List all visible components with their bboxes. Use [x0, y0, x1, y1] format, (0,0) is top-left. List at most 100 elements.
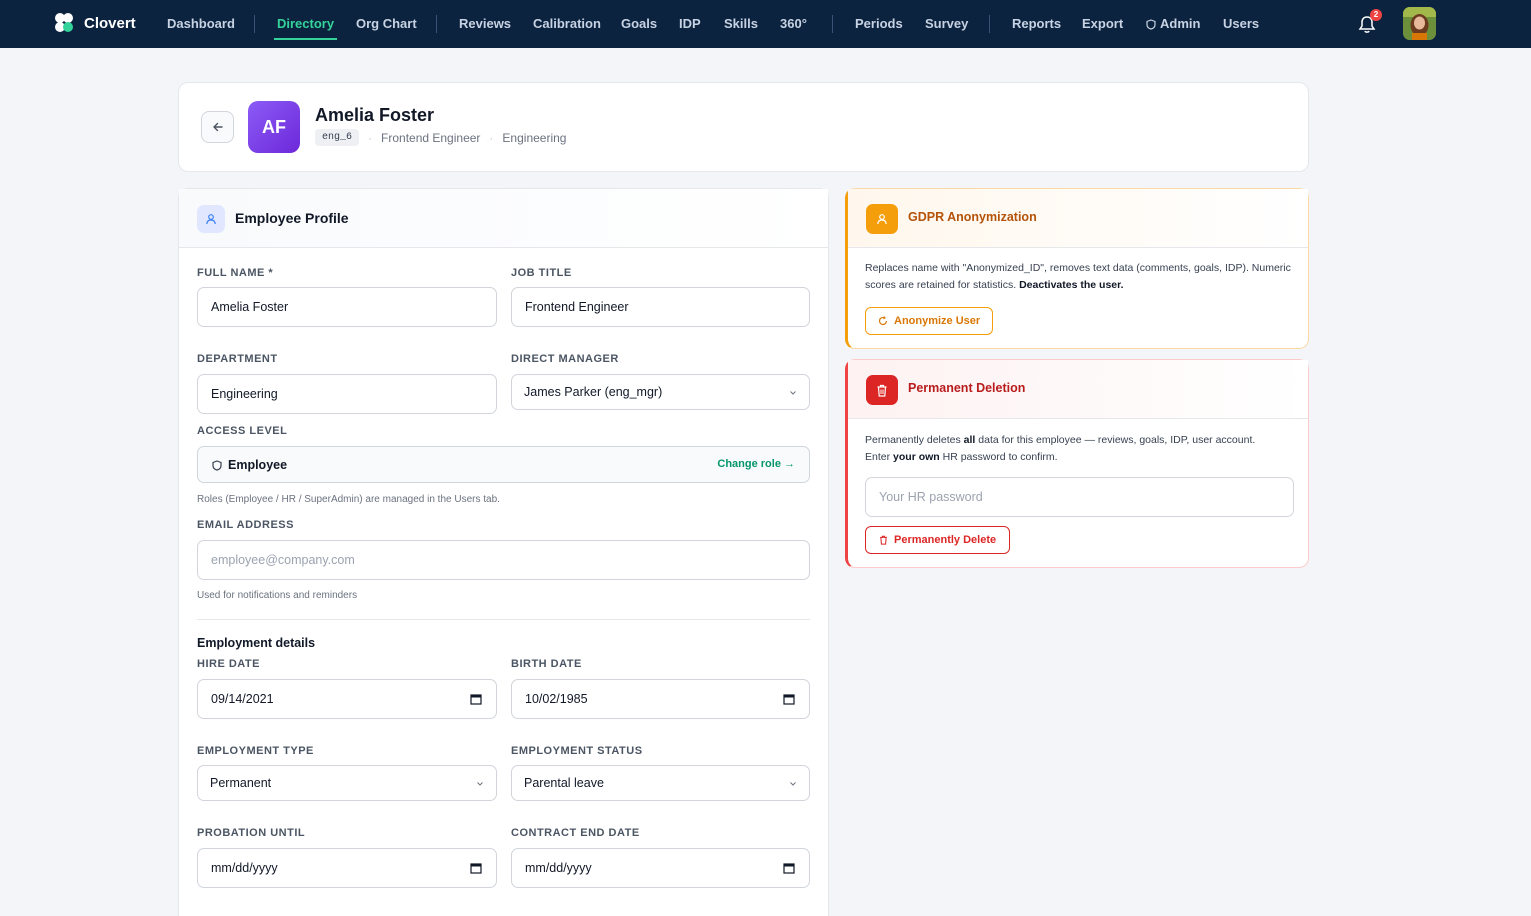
nav-directory[interactable]: Directory — [273, 0, 338, 48]
email-hint: Used for notifications and reminders — [197, 590, 358, 601]
chevron-down-icon — [790, 782, 796, 786]
contract-end-input[interactable]: mm/dd/yyyy — [511, 848, 810, 888]
hr-password-input[interactable]: Your HR password — [865, 477, 1294, 517]
job-title-input[interactable]: Frontend Engineer — [511, 287, 810, 327]
permanent-deletion-card: Permanent Deletion Permanently deletes a… — [845, 359, 1309, 568]
nav-divider — [254, 15, 255, 33]
access-level-value: Employee — [228, 458, 288, 472]
chevron-down-icon — [477, 782, 483, 786]
app-logo[interactable]: Clovert — [52, 11, 136, 35]
deletion-text-1: Permanently deletes — [865, 434, 961, 446]
employee-name: Amelia Foster — [315, 105, 435, 125]
employee-title: Frontend Engineer — [381, 130, 481, 145]
app-name: Clovert — [84, 14, 136, 32]
nav-divider — [832, 15, 833, 33]
birth-date-input[interactable]: 10/02/1985 — [511, 679, 810, 719]
deletion-text-3: Enter — [865, 451, 891, 463]
nav-360[interactable]: 360° — [780, 0, 807, 48]
profile-section-header: Employee Profile — [179, 189, 828, 248]
manager-select[interactable]: James Parker (eng_mgr) — [511, 374, 810, 410]
anonymize-user-button[interactable]: Anonymize User — [865, 307, 994, 335]
employee-profile-card: Employee Profile FULL NAME * Amelia Fost… — [178, 188, 829, 916]
nav-reviews[interactable]: Reviews — [459, 0, 511, 48]
employment-type-select[interactable]: Permanent — [197, 765, 497, 801]
arrow-left-icon — [212, 122, 223, 132]
nav-export[interactable]: Export — [1082, 0, 1123, 48]
full-name-input[interactable]: Amelia Foster — [197, 287, 497, 327]
probation-label: PROBATION UNTIL — [197, 827, 306, 839]
change-role-link[interactable]: Change role → — [717, 458, 795, 470]
nav-idp[interactable]: IDP — [679, 0, 701, 48]
employee-header-card: AF Amelia Foster eng_6 · Frontend Engine… — [178, 82, 1309, 172]
deletion-bold-2: your own — [893, 451, 940, 463]
shield-icon — [212, 460, 222, 471]
nav-calibration[interactable]: Calibration — [533, 0, 601, 48]
gdpr-card: GDPR Anonymization Replaces name with "A… — [845, 188, 1309, 349]
deletion-heading: Permanent Deletion — [908, 381, 1026, 395]
birth-date-label: BIRTH DATE — [511, 658, 582, 670]
nav-users[interactable]: Users — [1223, 0, 1259, 48]
nav-reports[interactable]: Reports — [1012, 0, 1061, 48]
back-button[interactable] — [201, 111, 234, 143]
refresh-icon — [878, 316, 888, 326]
clover-icon — [55, 13, 73, 32]
calendar-icon[interactable] — [783, 693, 795, 705]
nav-admin[interactable]: Admin — [1146, 0, 1200, 48]
permanently-delete-button[interactable]: Permanently Delete — [865, 526, 1011, 554]
employment-status-label: EMPLOYMENT STATUS — [511, 745, 643, 757]
deletion-bold-1: all — [963, 434, 976, 446]
top-navbar: Clovert Dashboard Directory Org Chart Re… — [0, 0, 1531, 48]
gdpr-text-bold: Deactivates the user. — [1019, 279, 1124, 291]
trash-icon — [880, 535, 887, 545]
probation-value: mm/dd/yyyy — [211, 861, 278, 875]
job-title-label: JOB TITLE — [511, 267, 572, 279]
access-level-label: ACCESS LEVEL — [197, 425, 288, 437]
full-name-label: FULL NAME * — [197, 267, 274, 279]
divider — [197, 619, 810, 620]
nav-divider — [989, 15, 990, 33]
calendar-icon[interactable] — [470, 862, 482, 874]
delete-label: Permanently Delete — [894, 534, 997, 546]
profile-heading: Employee Profile — [235, 210, 349, 226]
notification-badge: 2 — [1370, 9, 1382, 21]
contract-end-value: mm/dd/yyyy — [525, 861, 592, 875]
hire-date-value: 09/14/2021 — [211, 692, 274, 706]
shield-icon — [1146, 18, 1156, 30]
contract-end-label: CONTRACT END DATE — [511, 827, 640, 839]
email-input[interactable]: employee@company.com — [197, 540, 810, 580]
gdpr-heading: GDPR Anonymization — [908, 210, 1037, 224]
employment-heading: Employment details — [197, 636, 316, 650]
calendar-icon[interactable] — [470, 693, 482, 705]
user-avatar[interactable] — [1403, 7, 1436, 40]
employee-department: Engineering — [502, 130, 567, 145]
gdpr-description: Replaces name with "Anonymized_ID", remo… — [865, 260, 1295, 294]
anonymize-label: Anonymize User — [894, 315, 981, 327]
nav-periods[interactable]: Periods — [855, 0, 903, 48]
deletion-text-2: data for this employee — reviews, goals,… — [978, 434, 1256, 446]
employment-type-label: EMPLOYMENT TYPE — [197, 745, 314, 757]
employment-status-select[interactable]: Parental leave — [511, 765, 810, 801]
probation-input[interactable]: mm/dd/yyyy — [197, 848, 497, 888]
email-label: EMAIL ADDRESS — [197, 519, 294, 531]
nav-admin-label: Admin — [1160, 16, 1201, 31]
nav-survey[interactable]: Survey — [925, 0, 968, 48]
birth-date-value: 10/02/1985 — [525, 692, 588, 706]
deletion-text-4: HR password to confirm. — [942, 451, 1058, 463]
department-input[interactable]: Engineering — [197, 374, 497, 414]
calendar-icon[interactable] — [783, 862, 795, 874]
access-level-box: Employee Change role → — [197, 446, 810, 483]
nav-dashboard[interactable]: Dashboard — [167, 0, 235, 48]
username-chip: eng_6 — [315, 129, 360, 146]
nav-divider — [436, 15, 437, 33]
separator-dot: · — [368, 130, 373, 145]
nav-goals[interactable]: Goals — [621, 0, 657, 48]
trash-icon — [866, 375, 898, 405]
deletion-header: Permanent Deletion — [848, 360, 1308, 419]
chevron-down-icon — [790, 391, 796, 395]
employment-type-value: Permanent — [210, 776, 272, 790]
employment-status-value: Parental leave — [524, 776, 604, 790]
nav-skills[interactable]: Skills — [724, 0, 758, 48]
separator-dot: · — [489, 130, 494, 145]
nav-org-chart[interactable]: Org Chart — [356, 0, 417, 48]
hire-date-input[interactable]: 09/14/2021 — [197, 679, 497, 719]
